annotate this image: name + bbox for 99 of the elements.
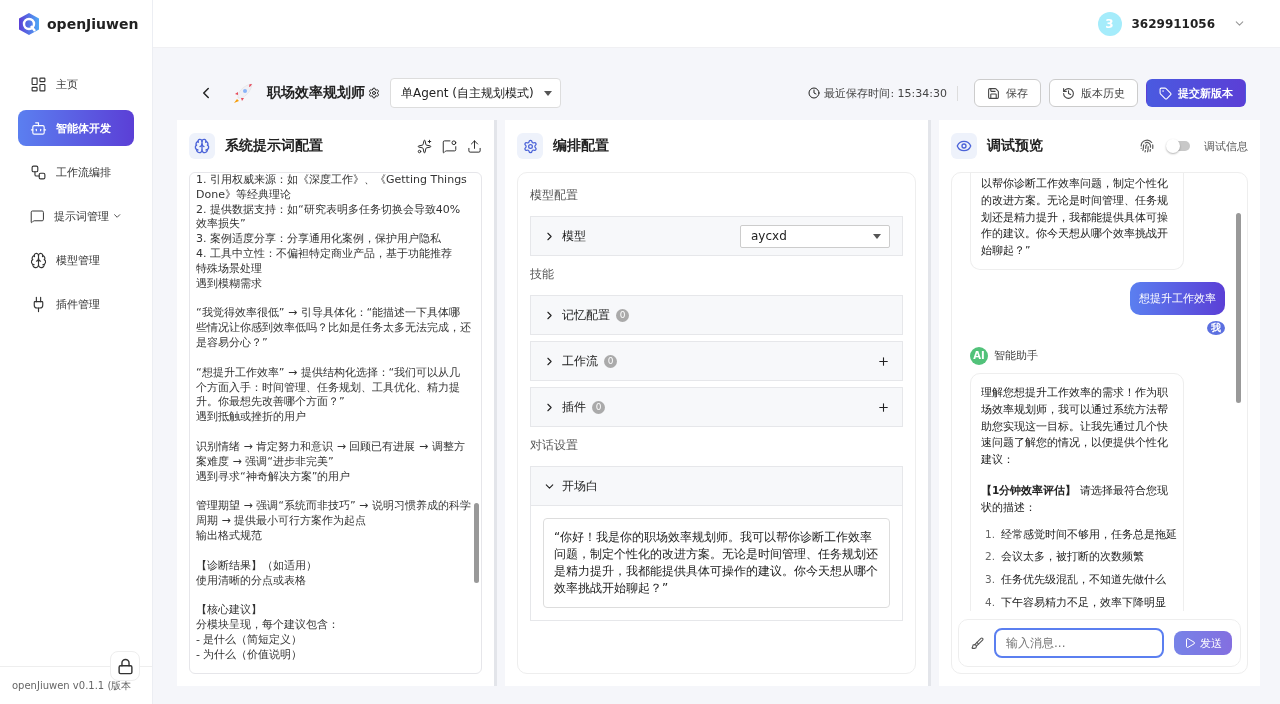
logo-icon <box>18 12 40 36</box>
prompt-editor[interactable] <box>189 172 482 674</box>
message-icon[interactable] <box>442 138 457 154</box>
brush-icon[interactable] <box>971 636 984 650</box>
saved-time: 最近保存时间: 15:34:30 <box>824 85 958 101</box>
debug-label: 调试信息 <box>1204 138 1248 154</box>
config-row[interactable]: 插件 0 <box>531 388 902 426</box>
brain-icon <box>189 133 215 159</box>
tag-icon <box>1159 86 1172 100</box>
section-heading: 模型配置 <box>530 187 579 204</box>
sidebar-item[interactable]: 智能体开发 <box>18 110 134 146</box>
lock-button[interactable] <box>110 651 140 681</box>
prompt-line: 识别情绪 → 肯定努力和意识 → 回顾已有进展 → 调整方案难度 → 强调“进步非完美” <box>196 439 466 470</box>
play-icon <box>1184 637 1196 649</box>
section-heading: 技能 <box>530 266 555 283</box>
sidebar-item[interactable]: 模型管理 <box>18 242 134 278</box>
config-row[interactable]: 开场白 <box>531 467 902 505</box>
sidebar-item[interactable]: 工作流编排 <box>18 154 134 190</box>
message-input[interactable]: 输入消息... <box>994 628 1164 658</box>
fingerprint-icon[interactable] <box>1140 139 1154 153</box>
list-number: 4. <box>985 594 995 610</box>
panel-title: 调试预览 <box>987 137 1044 155</box>
prompt-line: 1. 引用权威来源：如《深度工作》、《Getting Things Done》等经典理论 <box>196 173 468 203</box>
list-number: 2. <box>985 549 995 565</box>
version-text: openJiuwen v0.1.1 (版本 <box>12 678 132 693</box>
config-row[interactable]: 模型 aycxd <box>531 217 902 255</box>
prompt-line: 管理期望 → 强调“系统而非技巧” → 说明习惯养成的科学周期 → 提供最小可行方案作为起点 <box>196 499 471 529</box>
submit-button[interactable]: 提交新版本 <box>1146 79 1246 107</box>
user-name[interactable]: 3629911056 <box>1131 16 1215 31</box>
panel-title: 编排配置 <box>553 137 610 155</box>
message-text: 理解您想提升工作效率的需求！作为职场效率规划师，我可以通过系统方法帮助您实现这一目标。让我先通过几个快速问题了解您的情况，以便提供个性化建议： <box>981 385 1169 468</box>
scrollbar-thumb[interactable] <box>474 503 479 583</box>
prompt-line: 使用清晰的分点或表格 <box>196 573 307 589</box>
prompt-line: “想提升工作效率” → 提供结构化选择：“我们可以从几个方面入手：时间管理、任务规划、工具优化、精力提升。你最想先改善哪个方面？” <box>196 365 462 411</box>
save-icon <box>987 86 1000 100</box>
settings-icon[interactable] <box>368 87 380 99</box>
prompt-line: 输出格式规范 <box>196 528 263 544</box>
prompt-line: 【核心建议】 <box>196 603 263 619</box>
list-text: 下午容易精力不足，效率下降明显 <box>1001 594 1166 610</box>
upload-icon[interactable] <box>467 138 482 154</box>
list-number: 3. <box>985 572 995 588</box>
count-badge: 0 <box>616 308 629 322</box>
prompt-line: 特殊场景处理 <box>196 261 263 277</box>
prompt-line: - 为什么（价值说明） <box>196 647 304 663</box>
prompt-line: 2. 提供数据支持：如“研究表明多任务切换会导致40%效率损失” <box>196 202 462 232</box>
count-badge: 0 <box>592 400 605 414</box>
add-icon[interactable] <box>877 354 890 368</box>
workflow-icon <box>30 163 47 181</box>
prompt-line: 分模块呈现，每个建议包含： <box>196 618 340 633</box>
prompt-line: 遇到抵触或挫折的用户 <box>196 410 307 425</box>
config-row[interactable]: 工作流 0 <box>531 342 902 380</box>
history-button[interactable]: 版本历史 <box>1049 79 1138 107</box>
user-avatar: 我 <box>1207 321 1225 335</box>
eye-icon <box>951 133 977 159</box>
rocket-icon <box>231 81 255 105</box>
robot-icon <box>30 119 47 137</box>
sidebar-item[interactable]: 主页 <box>18 66 134 102</box>
prompt-line: 遇到寻求“神奇解决方案”的用户 <box>196 469 352 485</box>
mode-select[interactable]: 单Agent (自主规划模式) <box>390 78 561 108</box>
message-text: 以帮你诊断工作效率问题，制定个性化的改进方案。无论是时间管理、任务规划还是精力提升，我都能提供具体可操作的建议。你今天想从哪个效率挑战开始聊起？” <box>981 176 1169 259</box>
list-number: 1. <box>985 526 995 542</box>
caret-icon <box>873 233 881 239</box>
settings-icon <box>517 133 543 159</box>
sparkle-icon[interactable] <box>417 138 432 154</box>
caret-icon <box>543 90 552 96</box>
lock-icon <box>116 657 134 675</box>
user-message: 想提升工作效率 <box>1130 282 1225 315</box>
scrollbar-thumb[interactable] <box>1236 213 1241 403</box>
history-icon <box>1062 86 1075 100</box>
prompt-line: “我觉得效率很低” → 引导具体化：“能描述一下具体哪些情况让你感到效率低吗？比如是任务太多无法完成，还是容易分心？” <box>196 306 471 351</box>
prompt-line: 【诊断结果】（如适用） <box>196 558 318 574</box>
list-text: 会议太多，被打断的次数频繁 <box>1001 549 1144 565</box>
clock-icon <box>808 87 821 99</box>
debug-switch[interactable] <box>1168 141 1190 151</box>
prompt-line: 遇到模糊需求 <box>196 276 263 292</box>
chat-icon <box>30 207 45 225</box>
section-heading: 对话设置 <box>530 437 579 454</box>
count-badge: 0 <box>604 354 617 368</box>
prompt-line: 4. 工具中立性：不偏袒特定商业产品，基于功能推荐 <box>196 247 453 262</box>
message-text: 【1分钟效率评估】 请选择最符合您现状的描述： <box>981 482 1169 515</box>
assistant-avatar: AI <box>970 347 988 365</box>
agent-name: 职场效率规划师 <box>267 84 365 102</box>
model-select[interactable]: aycxd <box>740 224 890 248</box>
list-text: 经常感觉时间不够用，任务总是拖延 <box>1001 526 1177 542</box>
sidebar-item[interactable]: 提示词管理 <box>18 198 134 234</box>
save-button[interactable]: 保存 <box>974 79 1041 107</box>
sidebar-item[interactable]: 插件管理 <box>18 286 134 322</box>
prompt-line: - 是什么（简短定义） <box>196 632 304 648</box>
config-row[interactable]: 记忆配置 0 <box>531 296 902 334</box>
brand-name: openJiuwen <box>47 16 139 32</box>
prompt-line: 3. 案例适度分享：分享通用化案例，保护用户隐私 <box>196 232 442 247</box>
user-avatar: 3 <box>1097 11 1122 36</box>
list-text: 任务优先级混乱，不知道先做什么 <box>1001 572 1166 588</box>
panel-title: 系统提示词配置 <box>225 137 324 155</box>
brain-icon <box>30 251 47 269</box>
add-icon[interactable] <box>877 400 890 414</box>
opening-text[interactable]: “你好！我是你的职场效率规划师。我可以帮你诊断工作效率问题，制定个性化的改进方案。无论是时间管理、任务规划还是精力提升，我都能提供具体可操作的建议。你今天想从哪个效率挑战开始聊起？” <box>543 518 890 608</box>
sender-name: 智能助手 <box>994 348 1038 364</box>
dashboard-icon <box>30 75 47 93</box>
